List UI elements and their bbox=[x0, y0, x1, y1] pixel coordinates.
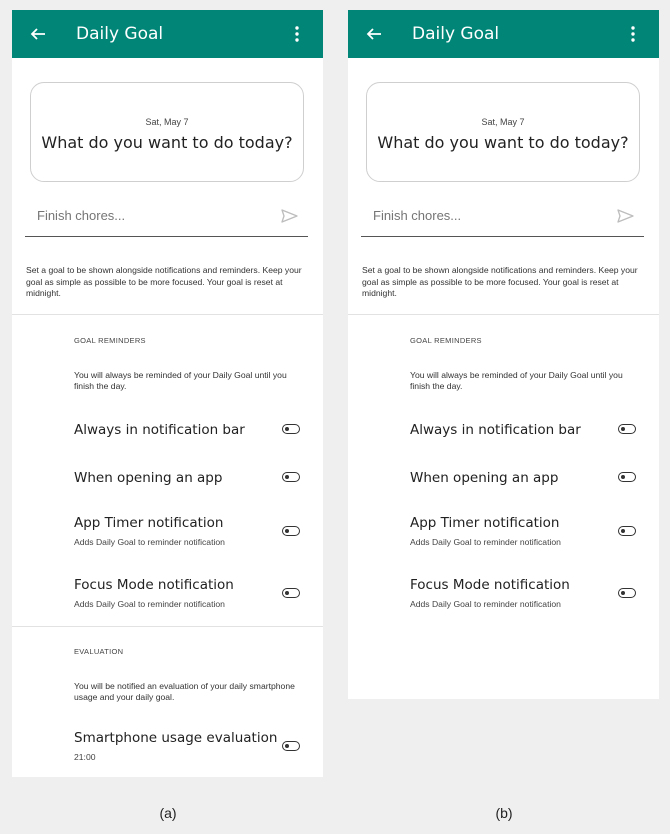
section-description-goal-reminders: You will always be reminded of your Dail… bbox=[410, 370, 623, 391]
setting-app-timer[interactable]: App Timer notification Adds Daily Goal t… bbox=[12, 515, 323, 555]
toggle-switch[interactable] bbox=[618, 472, 636, 482]
setting-subtitle: 21:00 bbox=[74, 752, 96, 762]
toggle-switch[interactable] bbox=[282, 424, 300, 434]
section-description-goal-reminders: You will always be reminded of your Dail… bbox=[74, 370, 287, 391]
setting-subtitle: Adds Daily Goal to reminder notification bbox=[410, 537, 561, 547]
goal-input-row bbox=[361, 206, 644, 237]
page-title: Daily Goal bbox=[76, 24, 164, 44]
setting-title: App Timer notification bbox=[74, 515, 224, 531]
goal-input[interactable] bbox=[37, 208, 267, 223]
goal-question: What do you want to do today? bbox=[41, 133, 293, 152]
toggle-switch[interactable] bbox=[618, 588, 636, 598]
app-bar: Daily Goal bbox=[348, 10, 659, 58]
setting-subtitle: Adds Daily Goal to reminder notification bbox=[410, 599, 561, 609]
more-vert-icon[interactable] bbox=[615, 10, 651, 58]
setting-opening-app[interactable]: When opening an app bbox=[348, 468, 659, 498]
goal-date: Sat, May 7 bbox=[145, 117, 189, 127]
goal-input[interactable] bbox=[373, 208, 603, 223]
caption-b: (b) bbox=[495, 805, 513, 821]
setting-always-notification-bar[interactable]: Always in notification bar bbox=[12, 420, 323, 450]
divider bbox=[348, 314, 659, 315]
section-header-goal-reminders: GOAL REMINDERS bbox=[74, 336, 146, 345]
toggle-switch[interactable] bbox=[618, 424, 636, 434]
more-vert-icon[interactable] bbox=[279, 10, 315, 58]
setting-title: Focus Mode notification bbox=[410, 577, 570, 593]
app-bar: Daily Goal bbox=[12, 10, 323, 58]
divider bbox=[12, 314, 323, 315]
screen-a: Daily Goal Sat, May 7 What do you want t… bbox=[12, 10, 323, 777]
setting-focus-mode[interactable]: Focus Mode notification Adds Daily Goal … bbox=[348, 577, 659, 617]
setting-focus-mode[interactable]: Focus Mode notification Adds Daily Goal … bbox=[12, 577, 323, 617]
setting-title: Smartphone usage evaluation bbox=[74, 730, 278, 746]
goal-question: What do you want to do today? bbox=[377, 133, 629, 152]
setting-title: When opening an app bbox=[410, 470, 559, 486]
setting-subtitle: Adds Daily Goal to reminder notification bbox=[74, 599, 225, 609]
caption-a: (a) bbox=[159, 805, 177, 821]
toggle-switch[interactable] bbox=[282, 472, 300, 482]
goal-description: Set a goal to be shown alongside notific… bbox=[26, 265, 302, 298]
goal-card: Sat, May 7 What do you want to do today? bbox=[30, 82, 304, 182]
screen-b: Daily Goal Sat, May 7 What do you want t… bbox=[348, 10, 659, 699]
send-icon[interactable] bbox=[280, 208, 300, 224]
goal-description: Set a goal to be shown alongside notific… bbox=[362, 265, 638, 298]
goal-input-row bbox=[25, 206, 308, 237]
page-title: Daily Goal bbox=[412, 24, 500, 44]
toggle-switch[interactable] bbox=[282, 588, 300, 598]
setting-app-timer[interactable]: App Timer notification Adds Daily Goal t… bbox=[348, 515, 659, 555]
setting-opening-app[interactable]: When opening an app bbox=[12, 468, 323, 498]
setting-smartphone-usage-evaluation[interactable]: Smartphone usage evaluation 21:00 bbox=[12, 730, 323, 770]
setting-title: App Timer notification bbox=[410, 515, 560, 531]
goal-card: Sat, May 7 What do you want to do today? bbox=[366, 82, 640, 182]
section-header-goal-reminders: GOAL REMINDERS bbox=[410, 336, 482, 345]
setting-subtitle: Adds Daily Goal to reminder notification bbox=[74, 537, 225, 547]
setting-title: Focus Mode notification bbox=[74, 577, 234, 593]
divider bbox=[12, 626, 323, 627]
setting-title: Always in notification bar bbox=[410, 422, 581, 438]
toggle-switch[interactable] bbox=[618, 526, 636, 536]
arrow-left-icon[interactable] bbox=[350, 10, 398, 58]
setting-title: When opening an app bbox=[74, 470, 223, 486]
toggle-switch[interactable] bbox=[282, 741, 300, 751]
send-icon[interactable] bbox=[616, 208, 636, 224]
arrow-left-icon[interactable] bbox=[14, 10, 62, 58]
goal-date: Sat, May 7 bbox=[481, 117, 525, 127]
setting-title: Always in notification bar bbox=[74, 422, 245, 438]
section-header-evaluation: EVALUATION bbox=[74, 647, 124, 656]
toggle-switch[interactable] bbox=[282, 526, 300, 536]
setting-always-notification-bar[interactable]: Always in notification bar bbox=[348, 420, 659, 450]
section-description-evaluation: You will be notified an evaluation of yo… bbox=[74, 681, 295, 702]
